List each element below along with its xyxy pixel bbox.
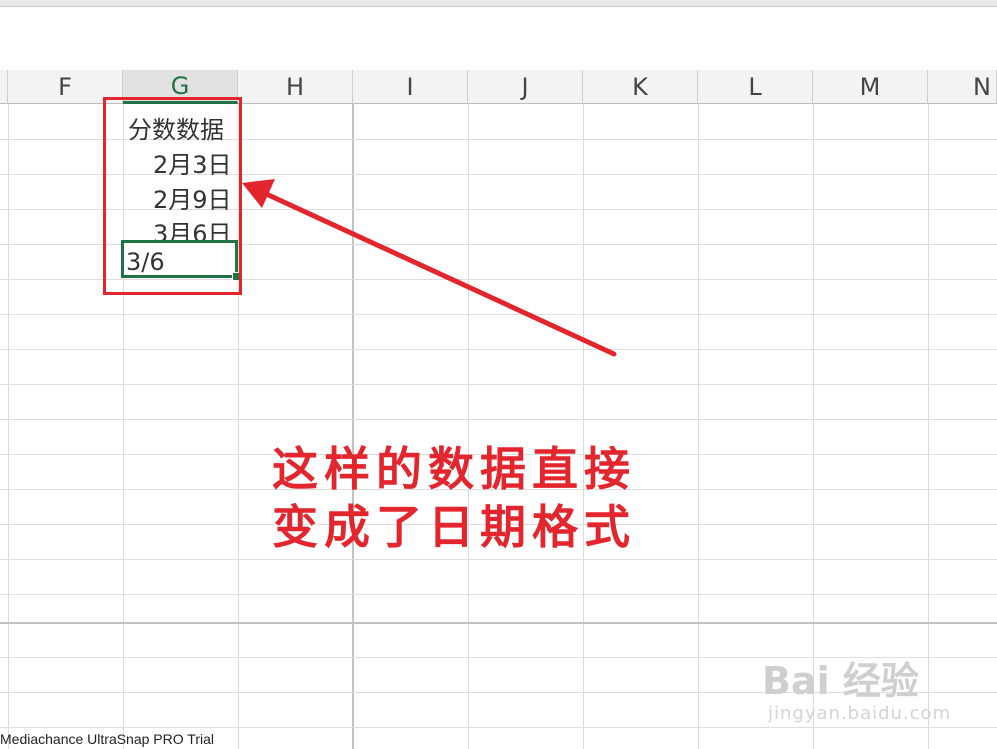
- highlight-box: [103, 97, 242, 295]
- grid-line: [0, 727, 997, 728]
- grid-line: [0, 384, 997, 385]
- column-header-m[interactable]: M: [813, 70, 928, 104]
- page-break-line: [0, 622, 997, 624]
- trial-watermark: Mediachance UltraSnap PRO Trial: [0, 731, 214, 747]
- page-break-line: [352, 104, 354, 749]
- grid-line: [0, 349, 997, 350]
- column-header-n[interactable]: N: [928, 70, 997, 104]
- grid-line: [0, 314, 997, 315]
- baidu-jingyan-logo: Bai 经验: [762, 659, 919, 703]
- column-header-i[interactable]: I: [353, 70, 468, 104]
- grid-line: [8, 104, 9, 749]
- window-top-border: [0, 0, 997, 7]
- annotation-text: 这样的数据直接 变成了日期格式: [272, 440, 712, 556]
- row-header-corner[interactable]: [0, 70, 8, 104]
- column-header-l[interactable]: L: [698, 70, 813, 104]
- column-header-h[interactable]: H: [238, 70, 353, 104]
- grid-line: [0, 419, 997, 420]
- column-header-k[interactable]: K: [583, 70, 698, 104]
- annotation-line-1: 这样的数据直接: [272, 442, 636, 496]
- ribbon-area: [0, 7, 997, 71]
- grid-line: [468, 104, 469, 749]
- baidu-jingyan-url: jingyan.baidu.com: [768, 703, 952, 724]
- grid-line: [0, 594, 997, 595]
- column-header-j[interactable]: J: [468, 70, 583, 104]
- grid-line: [698, 104, 699, 749]
- grid-line: [583, 104, 584, 749]
- grid-line: [928, 104, 929, 749]
- grid-line: [0, 559, 997, 560]
- annotation-line-2: 变成了日期格式: [272, 500, 636, 554]
